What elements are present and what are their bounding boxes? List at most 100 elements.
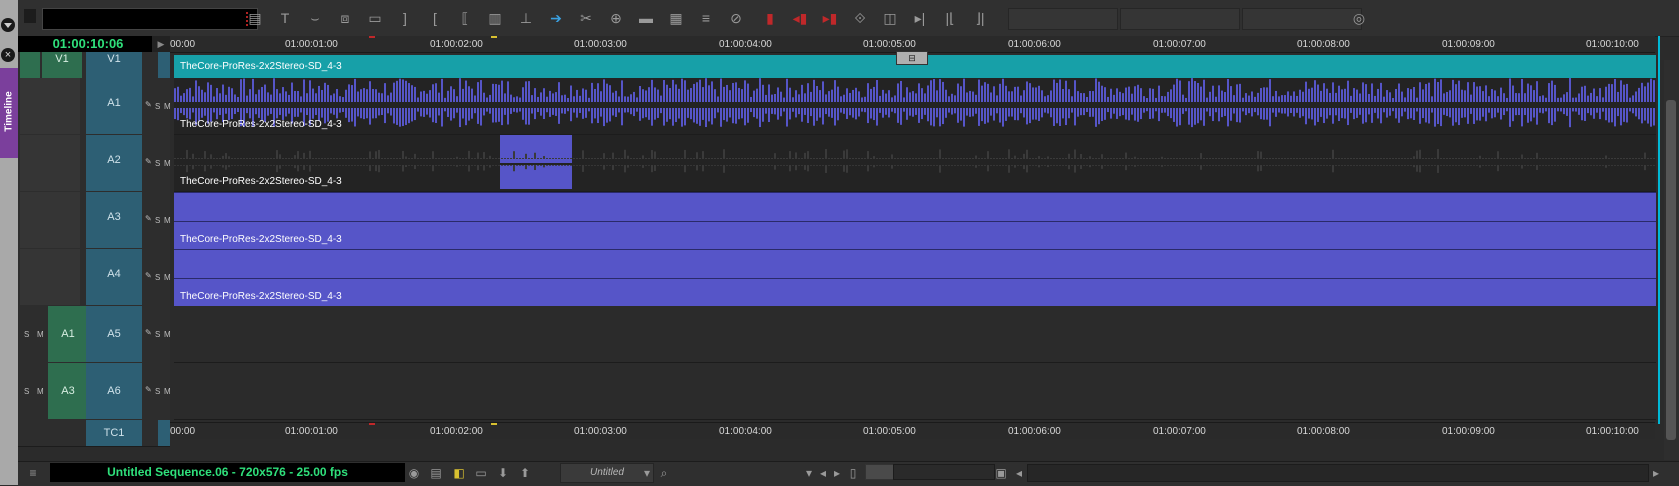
audio-clip-a2[interactable]: TheCore-ProRes-2x2Stereo-SD_4-3 (174, 135, 1656, 192)
split-icon[interactable]: ⟐ (849, 7, 871, 29)
toolbar-slot-2[interactable] (1120, 8, 1240, 30)
playhead[interactable] (1658, 36, 1660, 424)
audio-clip-a3[interactable]: TheCore-ProRes-2x2Stereo-SD_4-3 (174, 192, 1656, 250)
extract-icon[interactable]: ⊥ (515, 7, 537, 29)
pencil-icon[interactable]: ✎ (145, 385, 152, 394)
color-icon[interactable]: ◧ (450, 464, 468, 482)
record-track-v1[interactable]: V1 (86, 52, 142, 78)
audio-clip-a1[interactable]: TheCore-ProRes-2x2Stereo-SD_4-3 (174, 78, 1656, 135)
timeline-tab[interactable]: Timeline (0, 68, 18, 158)
pencil-icon[interactable]: ✎ (145, 157, 152, 166)
source-track-a3[interactable]: A3 (48, 363, 88, 419)
record-target-icon[interactable]: ◉ (405, 464, 423, 482)
record-track-a5[interactable]: A5 (86, 306, 142, 362)
horizontal-scrollbar[interactable] (1027, 464, 1649, 482)
trim-icon[interactable]: ◫ (879, 7, 901, 29)
scroll-left-icon[interactable]: ◂ (1010, 464, 1028, 482)
clear-marks-icon[interactable]: ⊘ (725, 7, 747, 29)
source-slot-empty[interactable] (20, 249, 80, 305)
source-mute-button[interactable]: M (37, 387, 44, 396)
mark-out-icon[interactable]: ] (394, 7, 416, 29)
toolbar-grip[interactable] (24, 9, 36, 23)
matchframe-icon[interactable]: ▭ (364, 7, 386, 29)
source-slot-empty[interactable] (20, 135, 80, 191)
mute-button[interactable]: M (164, 387, 171, 396)
pencil-icon[interactable]: ✎ (145, 214, 152, 223)
effect-icon[interactable]: ▦ (665, 7, 687, 29)
timecode-input-field[interactable] (42, 8, 258, 30)
video-enable-toggle[interactable] (20, 52, 40, 78)
mute-button[interactable]: M (164, 273, 171, 282)
up-arrow-icon[interactable]: ⬆ (516, 464, 534, 482)
record-track-a4[interactable]: A4 (86, 249, 142, 305)
scroll-right-icon[interactable]: ▸ (1647, 464, 1665, 482)
record-track-a3[interactable]: A3 (86, 192, 142, 248)
solo-button[interactable]: S (155, 330, 160, 339)
splice-icon[interactable]: ⌣ (304, 7, 326, 29)
solo-button[interactable]: S (155, 159, 160, 168)
solo-button[interactable]: S (155, 102, 160, 111)
pencil-icon[interactable]: ✎ (145, 271, 152, 280)
source-slot-empty[interactable] (20, 192, 80, 248)
mark-in-icon[interactable]: [ (424, 7, 446, 29)
empty-track-a5[interactable] (174, 306, 1656, 363)
mute-button[interactable]: M (164, 216, 171, 225)
pencil-icon[interactable]: ✎ (145, 328, 152, 337)
toolbar-slot-3[interactable] (1242, 8, 1362, 30)
video-clip-v1[interactable]: TheCore-ProRes-2x2Stereo-SD_4-3 ⊟ (174, 51, 1656, 79)
timecode-track[interactable]: TC1 (86, 420, 142, 446)
hamburger-icon[interactable]: ≡ (24, 464, 42, 482)
segment-mode-icon[interactable]: ▥ (484, 7, 506, 29)
track-monitor-v1[interactable] (158, 52, 170, 78)
zoom-slider-track[interactable] (893, 464, 995, 480)
jump-forward-icon[interactable]: ▸▮ (819, 7, 841, 29)
source-track-v1[interactable]: V1 (42, 52, 82, 78)
monitor-icon[interactable]: ▤ (427, 464, 445, 482)
timecode-track-monitor[interactable] (158, 420, 170, 446)
trim-right-icon[interactable]: ⌋| (969, 7, 991, 29)
audio-clip-a4[interactable]: TheCore-ProRes-2x2Stereo-SD_4-3 (174, 249, 1656, 307)
trim-left-icon[interactable]: |⌊ (939, 7, 961, 29)
lift-icon[interactable]: ▤ (244, 7, 266, 29)
mute-button[interactable]: M (164, 330, 171, 339)
toolbar-slot-1[interactable] (1008, 8, 1118, 30)
fit-icon[interactable]: ▣ (992, 464, 1010, 482)
add-edit-icon[interactable]: ⊕ (605, 7, 627, 29)
razor-icon[interactable]: ✂ (575, 7, 597, 29)
mute-button[interactable]: M (164, 102, 171, 111)
effect-badge[interactable]: ⊟ (896, 51, 928, 65)
render-icon[interactable]: ▬ (635, 7, 657, 29)
panel-menu-button[interactable] (1, 18, 15, 32)
text-icon[interactable]: T (274, 7, 296, 29)
go-to-out-icon[interactable]: ▸| (909, 7, 931, 29)
settings-icon[interactable]: ◎ (1348, 7, 1370, 29)
zoom-icon[interactable]: ▯ (844, 464, 862, 482)
jump-back-icon[interactable]: ◂▮ (789, 7, 811, 29)
empty-track-a6[interactable] (174, 363, 1656, 420)
source-track-a1[interactable]: A1 (48, 306, 88, 362)
mark-clip-icon[interactable]: ⟦ (454, 7, 476, 29)
solo-button[interactable]: S (155, 216, 160, 225)
chevron-down-icon[interactable]: ▾ (638, 464, 656, 482)
record-icon[interactable]: ▮ (759, 7, 781, 29)
timeline-ruler-bottom[interactable]: 00:00 01:00:01:00 01:00:02:00 01:00:03:0… (170, 422, 1655, 439)
source-mute-button[interactable]: M (37, 330, 44, 339)
zoom-slider-handle[interactable] (865, 464, 895, 480)
video-icon[interactable]: ▭ (472, 464, 490, 482)
down-arrow-icon[interactable]: ⬇ (494, 464, 512, 482)
record-track-a1[interactable]: A1 (86, 78, 142, 134)
record-track-a2[interactable]: A2 (86, 135, 142, 191)
source-solo-button[interactable]: S (24, 387, 29, 396)
mute-button[interactable]: M (164, 159, 171, 168)
top-icon[interactable]: ➔ (545, 7, 567, 29)
source-slot-empty[interactable] (20, 78, 80, 134)
search-icon[interactable]: ⌕ (655, 464, 673, 482)
record-track-a6[interactable]: A6 (86, 363, 142, 419)
pencil-icon[interactable]: ✎ (145, 100, 152, 109)
solo-button[interactable]: S (155, 387, 160, 396)
overwrite-icon[interactable]: ⧈ (334, 7, 356, 29)
play-icon[interactable]: ▶ (152, 36, 170, 52)
vertical-scroll-thumb[interactable] (1666, 100, 1676, 440)
source-solo-button[interactable]: S (24, 330, 29, 339)
close-panel-button[interactable]: × (1, 48, 15, 62)
